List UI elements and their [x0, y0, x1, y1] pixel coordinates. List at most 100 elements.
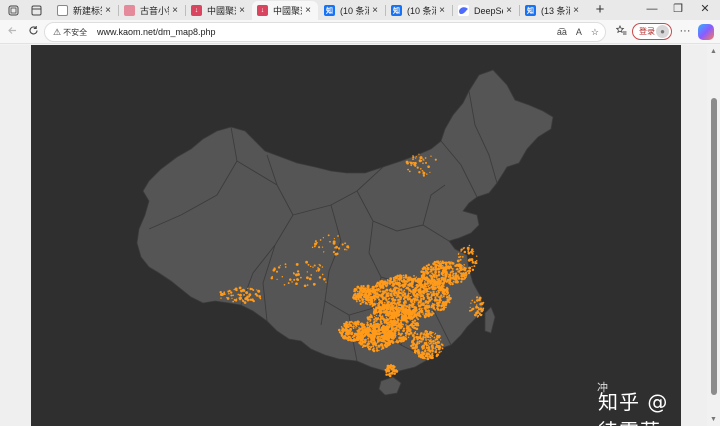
- settlement-dot: [367, 345, 369, 347]
- settlement-dot: [432, 339, 435, 343]
- settlement-dot: [348, 333, 351, 335]
- read-aloud-icon[interactable]: a͡a: [557, 27, 567, 37]
- settlement-dot: [480, 313, 483, 316]
- copilot-icon[interactable]: [698, 24, 714, 40]
- restore-button[interactable]: ❐: [667, 1, 689, 18]
- scroll-up-arrow-icon[interactable]: ▲: [710, 48, 717, 55]
- vertical-scrollbar[interactable]: ▲ ▼: [707, 45, 720, 426]
- tab-close-button[interactable]: ×: [570, 5, 582, 16]
- settlement-dot: [372, 347, 375, 350]
- settlement-dot: [424, 315, 426, 317]
- favorite-star-icon[interactable]: ☆: [591, 27, 599, 38]
- tab-zhihu-3[interactable]: 知 (13 条消息) ×: [520, 1, 586, 20]
- settlement-dot: [454, 277, 456, 279]
- settlement-dot: [352, 339, 355, 342]
- tab-close-button[interactable]: ×: [436, 5, 448, 16]
- back-button[interactable]: [3, 23, 21, 41]
- settlement-dot: [424, 349, 427, 352]
- tab-deepseek[interactable]: DeepSeek ×: [453, 1, 519, 20]
- settlement-dot: [300, 276, 302, 279]
- settlement-dot: [381, 297, 385, 300]
- scroll-thumb[interactable]: [711, 98, 717, 395]
- settlement-dot: [435, 348, 438, 351]
- page-viewport: 冲 知乎 @待雪草 ▲ ▼: [0, 45, 720, 426]
- favorites-button[interactable]: [612, 23, 630, 41]
- tab-new-tab[interactable]: 新建标签页 ×: [52, 1, 118, 20]
- tab-zhihu-1[interactable]: 知 (10 条消息) ×: [319, 1, 385, 20]
- settlement-dot: [427, 302, 430, 305]
- settlement-dot: [410, 311, 413, 314]
- settlement-dot: [397, 298, 400, 301]
- tab-actions-button[interactable]: [27, 2, 45, 18]
- settlement-dot: [402, 340, 405, 343]
- settlement-dot: [248, 293, 252, 297]
- settlement-dot: [226, 296, 228, 299]
- settlement-dot: [379, 337, 381, 340]
- settlement-dot: [439, 339, 442, 341]
- address-bar[interactable]: ⚠ 不安全 www.kaom.net/dm_map8.php a͡a A ☆: [44, 22, 606, 42]
- settlement-dot: [423, 305, 425, 307]
- settlement-dot: [392, 323, 396, 327]
- settlement-dot: [364, 300, 366, 303]
- tab-settlement-active[interactable]: ↓ 中國聚落 ×: [252, 1, 318, 20]
- settlement-dot: [346, 249, 348, 251]
- settlement-dot: [392, 282, 396, 286]
- settlement-dot: [390, 313, 393, 316]
- settlement-dot: [248, 296, 251, 298]
- url-text[interactable]: www.kaom.net/dm_map8.php: [97, 27, 216, 37]
- settlement-dot: [403, 289, 406, 292]
- close-window-button[interactable]: ✕: [694, 1, 716, 18]
- settlement-dot: [223, 291, 226, 294]
- settlement-dot: [438, 273, 440, 276]
- settlement-dot: [306, 271, 308, 273]
- minimize-button[interactable]: —: [641, 1, 663, 18]
- settlement-dot: [447, 278, 450, 281]
- settlement-dot: [413, 313, 417, 317]
- new-tab-button[interactable]: +: [592, 1, 608, 18]
- settlement-dot: [295, 282, 298, 286]
- settlement-dot: [325, 281, 327, 283]
- settlement-dot: [398, 326, 401, 329]
- settlement-dot: [405, 309, 408, 312]
- settlement-dot: [373, 300, 376, 302]
- security-indicator[interactable]: ⚠ 不安全: [53, 26, 87, 39]
- settlement-dot: [321, 266, 324, 268]
- settlement-dot: [420, 308, 423, 311]
- tab-settlement-1[interactable]: ↓ 中國聚落 ×: [186, 1, 252, 20]
- settlement-dot: [427, 355, 429, 357]
- tab-close-button[interactable]: ×: [236, 5, 248, 16]
- settlement-dot: [348, 321, 351, 324]
- settlement-dot: [232, 300, 235, 303]
- scroll-down-arrow-icon[interactable]: ▼: [710, 416, 717, 423]
- tab-close-button[interactable]: ×: [169, 5, 181, 16]
- tab-guyin[interactable]: 古音小镜 ×: [119, 1, 185, 20]
- settlement-dot: [366, 303, 369, 305]
- refresh-button[interactable]: [24, 23, 42, 41]
- settlement-dot: [395, 340, 398, 343]
- settlement-dot: [424, 281, 426, 283]
- settlement-dot: [415, 156, 417, 158]
- settlement-dot: [379, 290, 382, 292]
- settlement-dot: [395, 303, 397, 305]
- settlement-dot: [386, 294, 390, 298]
- tab-close-button[interactable]: ×: [102, 5, 114, 16]
- settlement-dot: [368, 326, 371, 329]
- settlement-dot: [436, 339, 439, 341]
- settlement-dot: [413, 297, 416, 300]
- settlement-dot: [243, 301, 247, 304]
- settlement-dot: [418, 300, 422, 304]
- workspaces-button[interactable]: [4, 2, 22, 18]
- settlement-dot: [323, 278, 326, 281]
- more-menu-button[interactable]: ···: [677, 23, 693, 41]
- settlement-dot: [356, 294, 359, 296]
- tab-close-button[interactable]: ×: [369, 5, 381, 16]
- settlement-dot: [416, 335, 420, 339]
- settlement-dot: [377, 330, 379, 333]
- text-size-icon[interactable]: A: [576, 27, 582, 37]
- settlement-dot: [399, 288, 403, 291]
- tab-zhihu-2[interactable]: 知 (10 条消息) ×: [386, 1, 452, 20]
- tab-close-button[interactable]: ×: [503, 5, 515, 16]
- tab-close-button[interactable]: ×: [302, 5, 314, 16]
- settlement-dot: [408, 327, 411, 329]
- login-button[interactable]: 登录 ●: [632, 23, 672, 40]
